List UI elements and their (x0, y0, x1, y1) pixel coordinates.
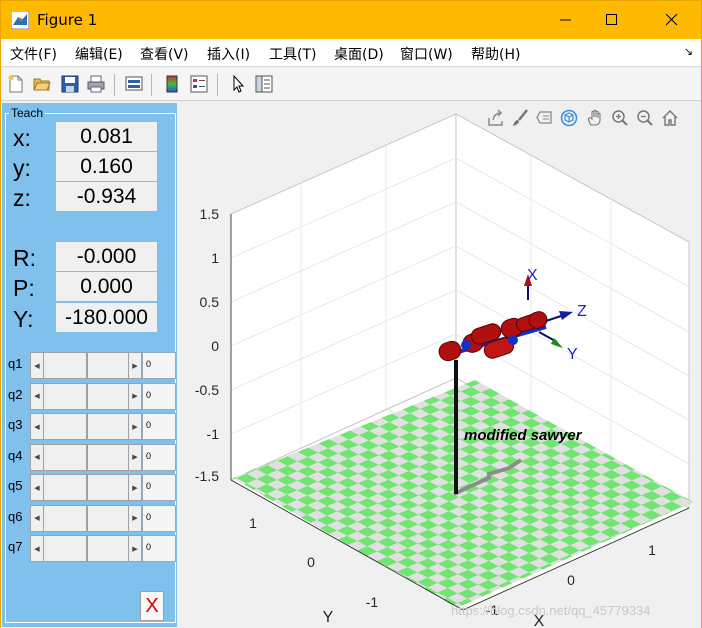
z-tick-label: -0.5 (195, 382, 219, 398)
colorbar-icon (166, 75, 178, 93)
close-window-button[interactable] (649, 1, 695, 39)
watermark-text: https://blog.csdn.net/qq_45779334 (451, 603, 651, 618)
frame-z-label: Z (577, 303, 587, 320)
z-tick-label: 1.5 (200, 206, 220, 222)
z-tick-label: 1 (211, 250, 219, 266)
toolbar-separator (217, 74, 218, 96)
z-tick-label: 0.5 (200, 294, 220, 310)
property-inspector-button[interactable] (253, 73, 275, 95)
save-icon (61, 75, 79, 93)
z-tick-label: -1.5 (195, 468, 219, 484)
maximize-icon (606, 14, 617, 25)
maximize-button[interactable] (589, 1, 635, 39)
title-bar: Figure 1 (1, 1, 701, 39)
menu-insert[interactable]: 插入(I) (207, 44, 250, 64)
y-tick-label: 1 (249, 515, 257, 531)
minimize-button[interactable] (543, 1, 589, 39)
z-axis: 1.5 1 0.5 0 -0.5 -1 -1.5 (195, 206, 232, 484)
edit-plot-button[interactable] (227, 73, 249, 95)
menu-file[interactable]: 文件(F) (10, 44, 57, 64)
toolbar-separator (151, 74, 152, 96)
insert-colorbar-button[interactable] (161, 73, 183, 95)
z-tick-label: 0 (211, 338, 219, 354)
panel-icon (255, 75, 273, 93)
frame-y-label: Y (567, 346, 578, 363)
robot-name-label: modified sawyer (464, 427, 583, 444)
menu-desktop[interactable]: 桌面(D) (334, 44, 384, 64)
frame-x-label: X (527, 267, 538, 284)
close-icon (666, 14, 678, 26)
print-button[interactable] (85, 73, 107, 95)
y-axis-label: Y (323, 609, 334, 626)
x-tick-label: 0 (567, 572, 575, 588)
new-figure-button[interactable] (5, 73, 27, 95)
menu-dock-arrow-icon[interactable]: ↘ (684, 45, 693, 58)
figure-toolbar (1, 68, 701, 101)
link-plot-icon (125, 76, 143, 91)
figure-window: Figure 1 文件(F) 编辑(E) 查看(V) 插入(I) 工具(T) 桌… (0, 0, 702, 628)
toolbar-separator (114, 74, 115, 96)
menu-tools[interactable]: 工具(T) (269, 44, 316, 64)
menu-help[interactable]: 帮助(H) (471, 44, 520, 64)
figure-canvas: Teach x: 0.081 y: 0.160 z: -0.934 R: -0.… (1, 102, 701, 628)
y-tick-label: -1 (366, 594, 379, 610)
z-tick-label: -1 (207, 426, 220, 442)
pointer-arrow-icon (233, 75, 245, 93)
menu-edit[interactable]: 编辑(E) (75, 44, 123, 64)
minimize-icon (560, 19, 571, 21)
insert-legend-button[interactable] (188, 73, 210, 95)
matlab-icon (11, 11, 29, 29)
legend-icon (190, 75, 208, 93)
robot-3d-axes[interactable]: 1.5 1 0.5 0 -0.5 -1 -1.5 1 0 -1 Y 1 0 -1… (1, 102, 701, 628)
save-button[interactable] (59, 73, 81, 95)
new-file-icon (8, 75, 23, 93)
x-tick-label: 1 (648, 542, 656, 558)
window-title: Figure 1 (37, 11, 98, 29)
link-plot-button[interactable] (123, 73, 145, 95)
open-file-button[interactable] (31, 73, 53, 95)
open-folder-icon (33, 78, 51, 91)
y-tick-label: 0 (307, 554, 315, 570)
menu-window[interactable]: 窗口(W) (400, 44, 453, 64)
menu-view[interactable]: 查看(V) (140, 44, 189, 64)
menu-bar: 文件(F) 编辑(E) 查看(V) 插入(I) 工具(T) 桌面(D) 窗口(W… (1, 39, 701, 67)
print-icon (87, 75, 105, 93)
